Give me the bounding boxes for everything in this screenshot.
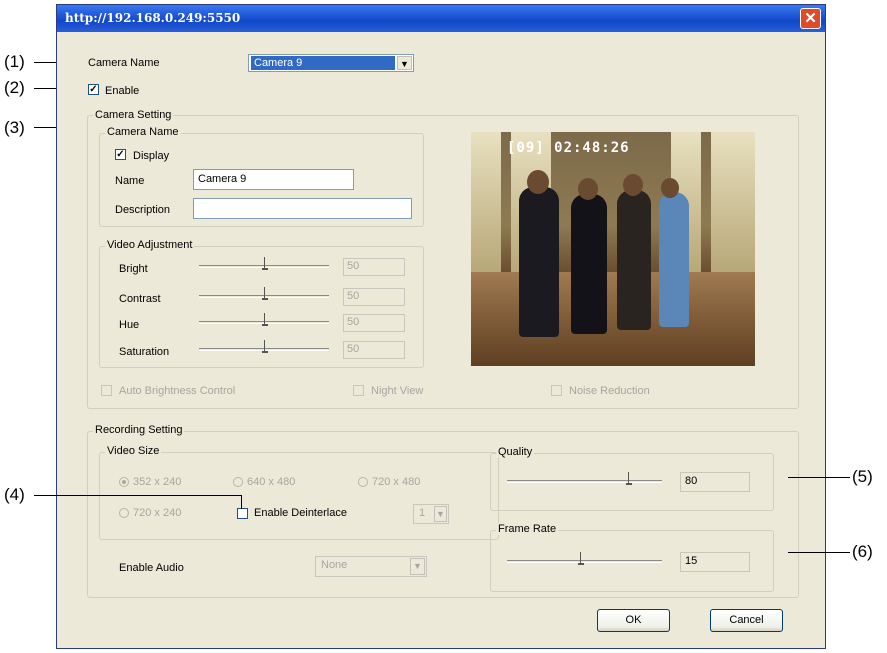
video-adjustment-group-label: Video Adjustment [105, 239, 195, 251]
quality-value: 80 [680, 472, 750, 492]
radio-640x480[interactable] [233, 477, 243, 487]
radio-640x480-label: 640 x 480 [247, 476, 296, 488]
hue-value: 50 [343, 314, 405, 332]
quality-slider[interactable] [507, 480, 662, 483]
noise-reduction-checkbox[interactable] [551, 385, 562, 396]
video-size-group [99, 452, 499, 540]
enable-audio-label: Enable Audio [119, 562, 184, 574]
frame-rate-group-label: Frame Rate [496, 523, 559, 535]
recording-setting-group-label: Recording Setting [93, 424, 185, 436]
callout-4-line-drop [241, 495, 242, 509]
hue-slider-thumb[interactable] [262, 313, 268, 326]
saturation-slider-thumb[interactable] [262, 340, 268, 353]
enable-deinterlace-checkbox[interactable] [237, 508, 248, 519]
enable-checkbox[interactable]: ✓ [88, 84, 99, 95]
bright-value: 50 [343, 258, 405, 276]
night-view-checkbox[interactable] [353, 385, 364, 396]
radio-352x240[interactable] [119, 477, 129, 487]
callout-3: (3) [4, 118, 25, 137]
frame-rate-slider[interactable] [507, 560, 662, 563]
callout-4-line [34, 495, 242, 496]
contrast-value: 50 [343, 288, 405, 306]
contrast-slider-thumb[interactable] [262, 287, 268, 300]
quality-slider-thumb[interactable] [626, 472, 632, 485]
chevron-down-icon[interactable]: ▼ [434, 506, 447, 522]
deinterlace-selected: 1 [419, 507, 426, 519]
camera-preview-image: [09] 02:48:26 [471, 132, 755, 366]
name-label: Name [115, 175, 145, 187]
callout-6-line [788, 552, 850, 553]
camera-name-select[interactable]: Camera 9 ▼ [248, 54, 414, 72]
chevron-down-icon[interactable]: ▼ [397, 56, 412, 70]
title-bar[interactable]: http://192.168.0.249:5550 ✕ [57, 5, 825, 32]
description-input[interactable] [193, 198, 412, 219]
callout-5: (5) [852, 467, 873, 486]
description-label: Description [115, 204, 171, 216]
close-button[interactable]: ✕ [800, 8, 821, 29]
auto-brightness-label: Auto Brightness Control [119, 385, 236, 397]
enable-deinterlace-label: Enable Deinterlace [254, 507, 347, 519]
camera-name-selected: Camera 9 [251, 56, 395, 70]
dialog-window: http://192.168.0.249:5550 ✕ Camera Name … [56, 4, 826, 649]
callout-2: (2) [4, 78, 25, 97]
display-label: Display [133, 150, 170, 162]
bright-label: Bright [119, 263, 148, 275]
callout-1: (1) [4, 52, 25, 71]
audio-select[interactable]: None ▼ [315, 556, 427, 577]
hue-label: Hue [119, 319, 140, 331]
radio-720x240[interactable] [119, 508, 129, 518]
contrast-label: Contrast [119, 293, 161, 305]
radio-720x240-label: 720 x 240 [133, 507, 182, 519]
name-input[interactable]: Camera 9 [193, 169, 354, 190]
radio-720x480-label: 720 x 480 [372, 476, 421, 488]
callout-5-line [788, 477, 850, 478]
noise-reduction-label: Noise Reduction [569, 385, 650, 397]
saturation-value: 50 [343, 341, 405, 359]
video-size-group-label: Video Size [105, 445, 162, 457]
radio-720x480[interactable] [358, 477, 368, 487]
preview-timestamp: [09] 02:48:26 [507, 140, 630, 156]
camera-name-group-label: Camera Name [105, 126, 181, 138]
quality-group-label: Quality [496, 446, 535, 458]
cancel-button[interactable]: Cancel [710, 609, 783, 632]
audio-selected: None [321, 559, 348, 571]
night-view-label: Night View [371, 385, 424, 397]
deinterlace-select[interactable]: 1 ▼ [413, 504, 449, 524]
frame-rate-value: 15 [680, 552, 750, 572]
window-title: http://192.168.0.249:5550 [65, 11, 241, 25]
callout-6: (6) [852, 542, 873, 561]
display-checkbox[interactable]: ✓ [115, 149, 126, 160]
saturation-label: Saturation [119, 346, 170, 358]
frame-rate-slider-thumb[interactable] [578, 552, 584, 565]
camera-setting-group-label: Camera Setting [93, 109, 174, 121]
radio-352x240-label: 352 x 240 [133, 476, 182, 488]
ok-button[interactable]: OK [597, 609, 670, 632]
chevron-down-icon[interactable]: ▼ [410, 558, 425, 575]
auto-brightness-checkbox[interactable] [101, 385, 112, 396]
enable-label: Enable [105, 85, 140, 97]
bright-slider-thumb[interactable] [262, 257, 268, 270]
callout-4: (4) [4, 485, 25, 504]
camera-name-label: Camera Name [88, 57, 160, 69]
